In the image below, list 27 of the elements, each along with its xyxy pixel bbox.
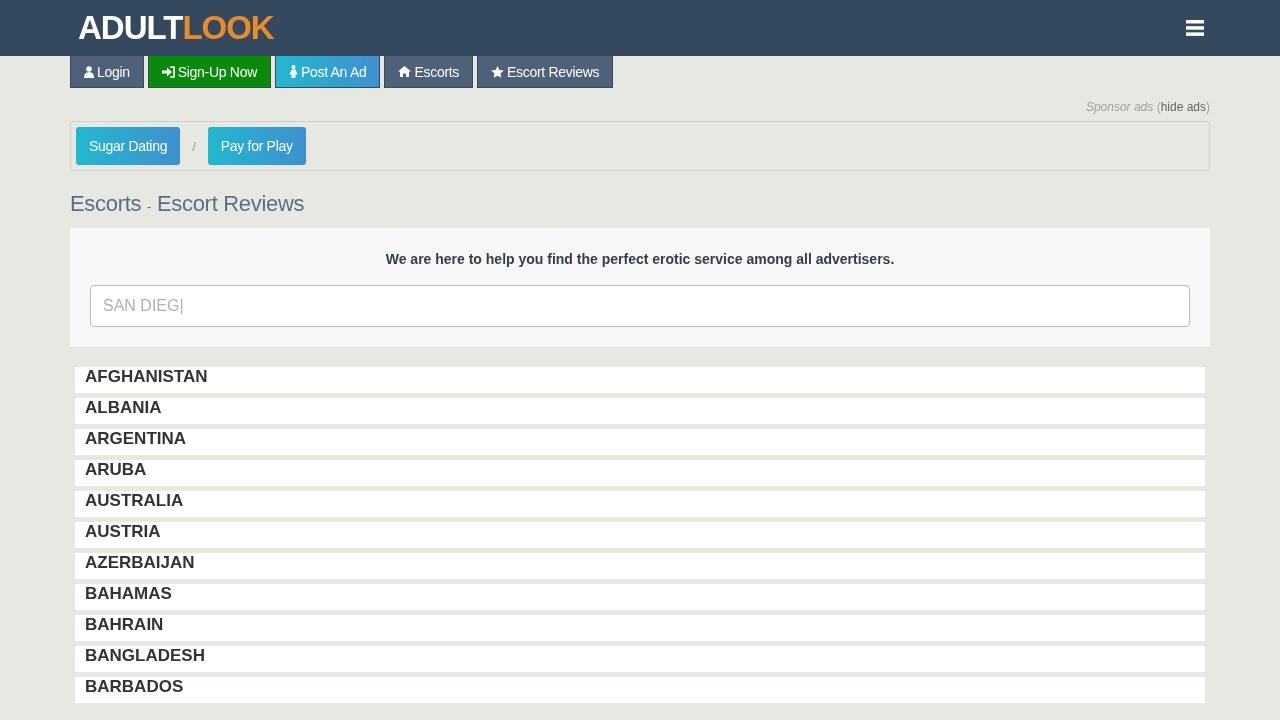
- site-logo[interactable]: ADULTLOOK: [78, 9, 274, 47]
- country-link[interactable]: AZERBAIJAN: [75, 553, 1205, 579]
- country-link[interactable]: BANGLADESH: [75, 646, 1205, 672]
- search-field[interactable]: SAN DIEG|: [90, 285, 1190, 327]
- nav-button[interactable]: Sign-Up Now: [147, 56, 271, 88]
- country-link[interactable]: BARBADOS: [75, 677, 1205, 703]
- nav-button[interactable]: Login: [70, 56, 144, 88]
- nav-button[interactable]: Escorts: [384, 56, 474, 88]
- star-icon: [491, 65, 505, 78]
- intro-text: We are here to help you find the perfect erotic service among all advertisers.: [384, 251, 896, 267]
- country-link[interactable]: ALBANIA: [75, 398, 1205, 424]
- nav-button[interactable]: Escort Reviews: [477, 56, 614, 88]
- country-link[interactable]: BAHAMAS: [75, 584, 1205, 610]
- country-link[interactable]: BAHRAIN: [75, 615, 1205, 641]
- separator: /: [192, 138, 196, 154]
- female-figure-icon: [288, 65, 298, 78]
- hide-ads-link[interactable]: hide ads: [1160, 100, 1206, 114]
- sponsor-note: Sponsor ads (hide ads): [1085, 100, 1210, 114]
- page-heading: Escorts - Escort Reviews: [70, 191, 306, 217]
- country-link[interactable]: AFGHANISTAN: [75, 367, 1205, 393]
- home-icon: [398, 66, 412, 77]
- country-link[interactable]: ARGENTINA: [75, 429, 1205, 455]
- country-link[interactable]: AUSTRALIA: [75, 491, 1205, 517]
- user-icon: [84, 65, 94, 78]
- sign-in-icon: [161, 65, 175, 78]
- country-link[interactable]: ARUBA: [75, 460, 1205, 486]
- country-link[interactable]: AUSTRIA: [75, 522, 1205, 548]
